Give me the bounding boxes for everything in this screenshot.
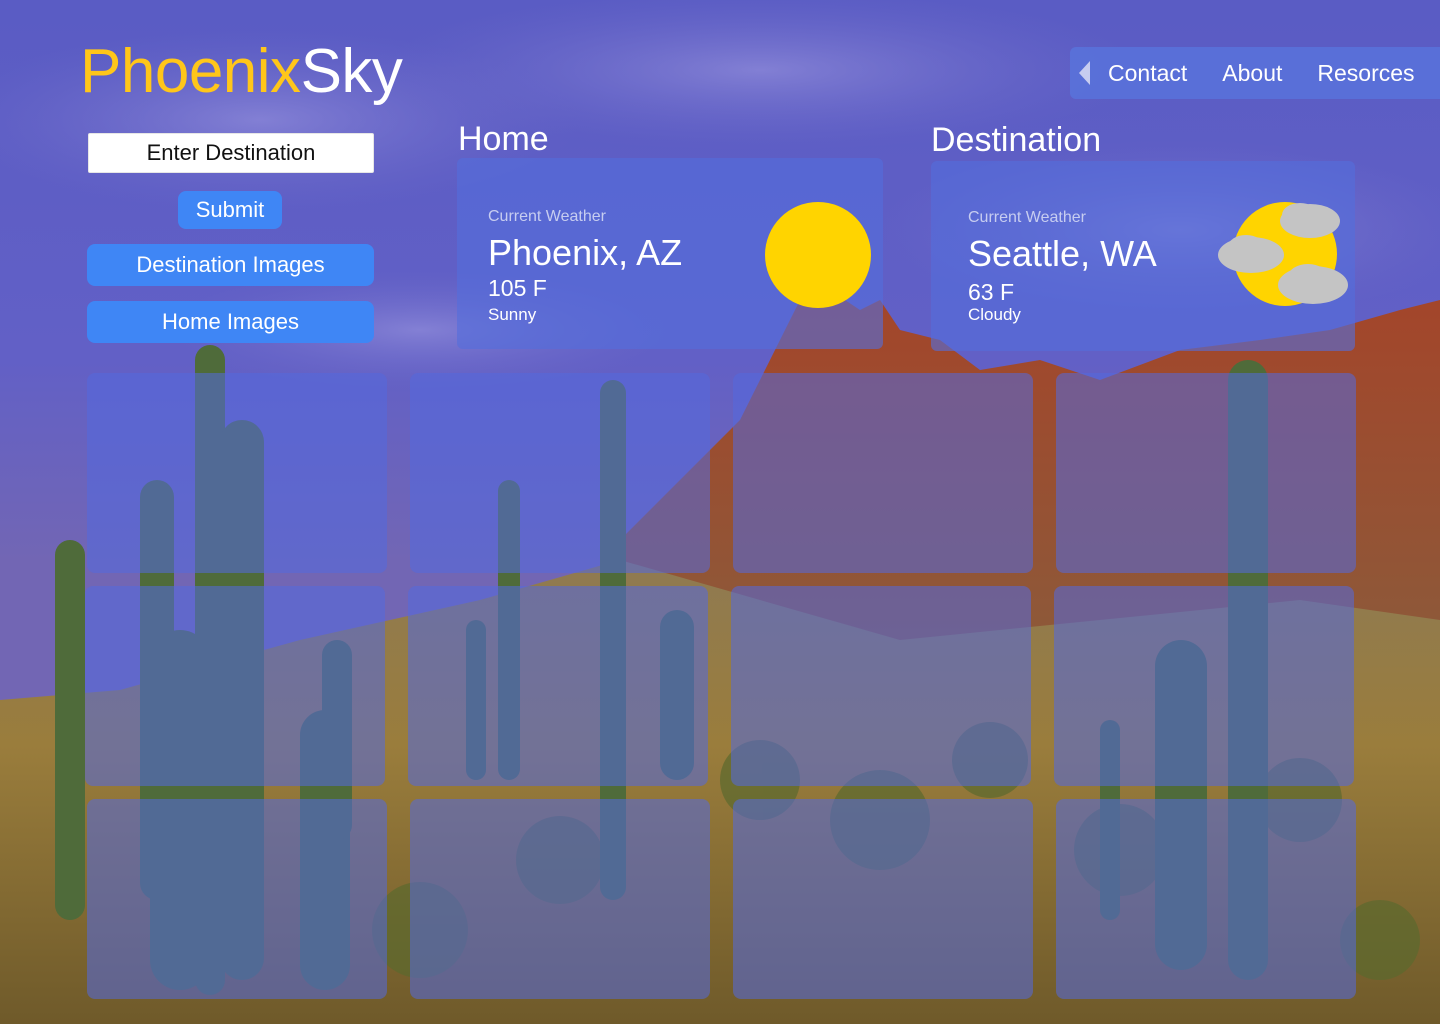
image-tile-r1c3[interactable] <box>733 373 1033 573</box>
home-temperature: 105 F <box>488 275 547 301</box>
image-tile-r1c1[interactable] <box>87 373 387 573</box>
image-tile-r3c1[interactable] <box>87 799 387 999</box>
nav-resources-link[interactable]: Resorces <box>1317 60 1414 87</box>
image-tile-r1c2[interactable] <box>410 373 710 573</box>
sun-icon <box>764 202 872 315</box>
destination-input[interactable] <box>88 133 374 173</box>
nav-about-link[interactable]: About <box>1222 60 1282 87</box>
home-images-button[interactable]: Home Images <box>87 301 374 343</box>
destination-condition: Cloudy <box>968 305 1021 324</box>
image-tile-r3c3[interactable] <box>733 799 1033 999</box>
image-tile-r2c4[interactable] <box>1054 586 1354 786</box>
home-weather-caption: Current Weather <box>488 208 606 225</box>
destination-weather-caption: Current Weather <box>968 209 1086 226</box>
image-tile-r2c1[interactable] <box>85 586 385 786</box>
home-heading: Home <box>458 120 549 158</box>
nav-contact-link[interactable]: Contact <box>1108 60 1187 87</box>
submit-button[interactable]: Submit <box>178 191 282 229</box>
partly-cloudy-icon <box>1216 201 1350 316</box>
logo-text-sky: Sky <box>300 37 403 106</box>
destination-city: Seattle, WA <box>968 233 1157 274</box>
home-city: Phoenix, AZ <box>488 232 683 273</box>
destination-temperature: 63 F <box>968 279 1015 305</box>
top-nav: Contact About Resorces <box>1070 47 1440 99</box>
caret-left-icon[interactable] <box>1078 60 1092 86</box>
home-condition: Sunny <box>488 305 537 324</box>
destination-heading: Destination <box>931 121 1102 159</box>
home-weather-card: Current Weather Phoenix, AZ 105 F Sunny <box>457 158 883 349</box>
image-tile-r2c3[interactable] <box>731 586 1031 786</box>
destination-images-button[interactable]: Destination Images <box>87 244 374 286</box>
image-tile-r3c2[interactable] <box>410 799 710 999</box>
app-logo[interactable]: PhoenixSky <box>80 36 403 108</box>
image-tile-r2c2[interactable] <box>408 586 708 786</box>
image-tile-r1c4[interactable] <box>1056 373 1356 573</box>
logo-text-phoenix: Phoenix <box>80 37 301 106</box>
destination-weather-card: Current Weather Seattle, WA 63 F Cloudy <box>931 161 1355 351</box>
image-tile-r3c4[interactable] <box>1056 799 1356 999</box>
